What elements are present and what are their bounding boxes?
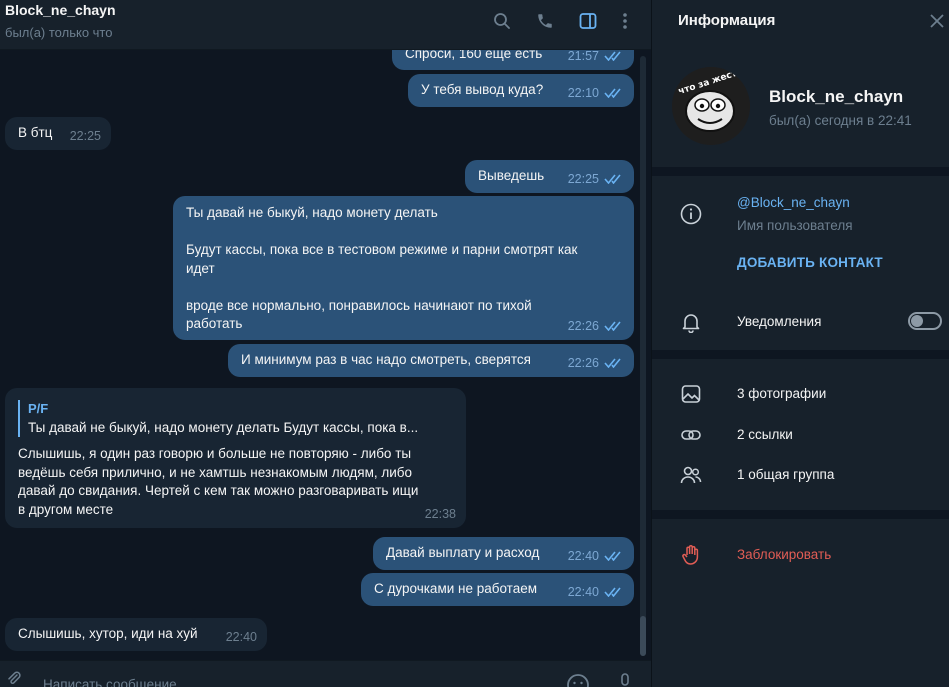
message-outgoing[interactable]: И минимум раз в час надо смотреть, сверя…: [228, 344, 634, 377]
message-meta: 22:38: [425, 505, 456, 524]
message-incoming[interactable]: P/F Ты давай не быкуй, надо монету делат…: [5, 388, 466, 528]
profile-name: Block_ne_chayn: [769, 87, 904, 106]
message-text: И минимум раз в час надо смотреть, сверя…: [241, 352, 531, 367]
microphone-icon[interactable]: [618, 673, 632, 687]
avatar[interactable]: что за жесть: [672, 67, 750, 145]
sidebar-toggle-icon[interactable]: [577, 10, 599, 32]
chat-status: был(а) только что: [5, 25, 113, 40]
section-divider: [652, 167, 949, 176]
info-panel: Информация что за жесть Block_ne_chayn б…: [651, 0, 949, 687]
message-time: 22:40: [225, 629, 257, 644]
link-icon: [681, 430, 701, 440]
message-meta: 22:26: [568, 317, 624, 336]
close-icon[interactable]: [928, 12, 946, 30]
reply-quote[interactable]: P/F Ты давай не быкуй, надо монету делат…: [18, 400, 453, 437]
message-incoming[interactable]: В бтц 22:25: [5, 117, 111, 150]
double-check-icon: [604, 51, 621, 61]
message-time: 22:25: [567, 171, 599, 186]
message-meta: 22:10: [568, 84, 624, 103]
profile-status: был(а) сегодня в 22:41: [769, 113, 912, 128]
message-outgoing[interactable]: У тебя вывод куда? 22:10: [408, 74, 634, 107]
message-time: 22:38: [424, 506, 456, 521]
message-outgoing[interactable]: Давай выплату и расход 22:40: [373, 537, 634, 570]
bell-icon: [682, 314, 700, 333]
message-time: 22:25: [69, 128, 101, 143]
block-user-button[interactable]: Заблокировать: [737, 547, 831, 562]
attach-icon[interactable]: [6, 671, 22, 687]
message-outgoing[interactable]: Спроси, 160 еще есть 21:57: [392, 50, 634, 70]
message-meta: 21:57: [568, 50, 624, 65]
info-title: Информация: [678, 12, 776, 29]
double-check-icon: [604, 358, 621, 368]
section-divider: [652, 350, 949, 359]
message-outgoing[interactable]: С дурочками не работаем 22:40: [361, 573, 634, 606]
emoji-icon[interactable]: [566, 673, 590, 687]
message-text: Слышишь, я один раз говорю и больше не п…: [18, 446, 419, 517]
phone-icon[interactable]: [534, 10, 556, 32]
chat-scrollbar[interactable]: [640, 56, 646, 656]
reply-author: P/F: [28, 401, 49, 416]
notifications-label: Уведомления: [737, 314, 822, 329]
double-check-icon: [604, 551, 621, 561]
message-meta: 22:25: [70, 127, 101, 146]
more-menu-icon[interactable]: [614, 10, 636, 32]
chat-header[interactable]: Block_ne_chayn был(а) только что: [0, 0, 651, 50]
message-time: 22:26: [567, 355, 599, 370]
message-meta: 22:25: [568, 170, 624, 189]
message-meta: 22:26: [568, 354, 624, 373]
message-time: 22:10: [567, 85, 599, 100]
block-hand-icon: [682, 545, 699, 565]
message-outgoing[interactable]: Выведешь 22:25: [465, 160, 634, 193]
group-icon: [680, 466, 702, 484]
avatar-image: что за жесть: [672, 67, 750, 145]
username-link[interactable]: @Block_ne_chayn: [737, 195, 850, 210]
message-text: Слышишь, хутор, иди на хуй: [18, 626, 198, 641]
add-contact-button[interactable]: ДОБАВИТЬ КОНТАКТ: [737, 255, 883, 270]
message-list[interactable]: Спроси, 160 еще есть 21:57 У тебя вывод …: [0, 50, 651, 660]
message-meta: 22:40: [226, 628, 257, 647]
links-item[interactable]: 2 ссылки: [737, 427, 793, 442]
message-time: 22:26: [567, 318, 599, 333]
username-label: Имя пользователя: [737, 218, 853, 233]
double-check-icon: [604, 587, 621, 597]
chat-title[interactable]: Block_ne_chayn: [5, 2, 116, 18]
message-time: 21:57: [567, 50, 599, 63]
reply-text: Ты давай не быкуй, надо монету делать Бу…: [28, 419, 419, 435]
photo-icon: [681, 385, 701, 403]
groups-item[interactable]: 1 общая группа: [737, 467, 834, 482]
photos-item[interactable]: 3 фотографии: [737, 386, 826, 401]
message-incoming[interactable]: Слышишь, хутор, иди на хуй 22:40: [5, 618, 267, 651]
double-check-icon: [604, 88, 621, 98]
telegram-window: Block_ne_chayn был(а) только что Спроси,…: [0, 0, 949, 687]
message-text: Ты давай не быкуй, надо монету делать Бу…: [186, 205, 578, 331]
message-outgoing[interactable]: Ты давай не быкуй, надо монету делать Бу…: [173, 196, 634, 340]
message-time: 22:40: [567, 584, 599, 599]
message-time: 22:40: [567, 548, 599, 563]
toggle-knob: [911, 315, 923, 327]
message-input[interactable]: Написать сообщение...: [43, 677, 188, 687]
notifications-toggle[interactable]: [908, 312, 942, 330]
double-check-icon: [604, 174, 621, 184]
scroll-thumb[interactable]: [640, 616, 646, 656]
message-meta: 22:40: [568, 547, 624, 566]
search-icon[interactable]: [491, 10, 513, 32]
chat-pane: Block_ne_chayn был(а) только что Спроси,…: [0, 0, 651, 687]
double-check-icon: [604, 321, 621, 331]
message-meta: 22:40: [568, 583, 624, 602]
info-icon: [680, 203, 702, 225]
message-composer[interactable]: Написать сообщение...: [0, 660, 651, 687]
section-divider: [652, 510, 949, 519]
